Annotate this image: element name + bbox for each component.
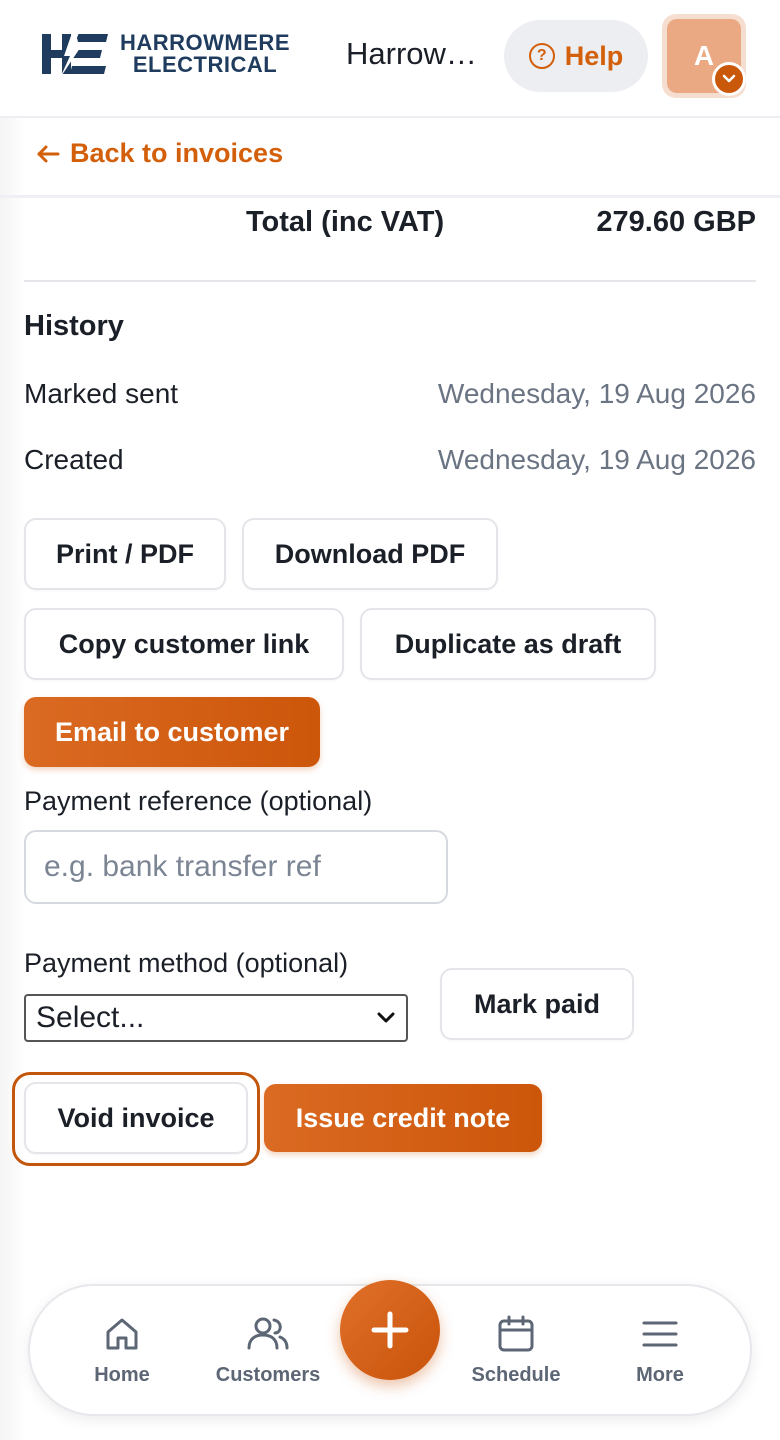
history-event-label: Marked sent [24,378,179,409]
home-icon [106,1318,138,1350]
calendar-icon [498,1315,534,1352]
help-button[interactable]: ? Help [504,20,648,92]
mark-paid-button[interactable]: Mark paid [440,968,634,1040]
download-pdf-button[interactable]: Download PDF [242,518,498,590]
nav-customers[interactable]: Customers [208,1314,328,1387]
duplicate-as-draft-button[interactable]: Duplicate as draft [360,608,656,680]
logo-text: HARROWMERE ELECTRICAL [120,32,290,76]
payment-method-select[interactable]: Select... [24,994,408,1042]
add-button[interactable] [340,1280,440,1380]
back-label: Back to invoices [70,138,284,168]
user-menu-button[interactable]: A [662,14,746,98]
divider [24,280,756,282]
void-invoice-button[interactable]: Void invoice [24,1082,248,1154]
email-to-customer-button[interactable]: Email to customer [24,697,320,767]
total-value: 279.60 GBP [596,206,756,238]
payment-reference-label: Payment reference (optional) [24,786,373,816]
nav-home[interactable]: Home [62,1314,182,1387]
total-label: Total (inc VAT) [246,206,445,238]
chevron-down-icon [377,1012,395,1023]
edge-shadow [0,0,26,1440]
logo-mark-icon [42,30,108,78]
help-label: Help [564,40,624,71]
nav-schedule-label: Schedule [471,1364,561,1386]
issue-credit-note-button[interactable]: Issue credit note [264,1084,542,1152]
plus-icon [371,1311,409,1349]
nav-more-label: More [636,1364,684,1386]
payment-method-label: Payment method (optional) [24,948,349,978]
history-heading: History [24,310,124,342]
history-event-label: Created [24,444,124,475]
total-row: Total (inc VAT) 279.60 GBP [24,206,756,246]
history-row: Created Wednesday, 19 Aug 2026 [24,444,756,480]
question-circle-icon: ? [528,43,555,69]
chevron-down-icon [712,62,746,96]
nav-more[interactable]: More [600,1314,720,1387]
payment-reference-input[interactable] [24,830,448,904]
menu-icon [642,1321,678,1347]
organization-name: Harrowmere Electrical [346,36,486,71]
payment-method-selected: Select... [36,1001,145,1034]
history-event-date: Wednesday, 19 Aug 2026 [437,444,756,475]
copy-customer-link-button[interactable]: Copy customer link [24,608,344,680]
nav-home-label: Home [94,1364,150,1386]
app-header: HARROWMERE ELECTRICAL Harrowmere Electri… [0,0,780,118]
nav-customers-label: Customers [215,1364,321,1386]
users-icon [247,1317,289,1350]
print-pdf-button[interactable]: Print / PDF [24,518,226,590]
logo-line-1: HARROWMERE [120,30,290,55]
back-to-invoices-link[interactable]: Back to invoices [36,138,283,169]
logo-line-2: ELECTRICAL [132,52,278,77]
history-row: Marked sent Wednesday, 19 Aug 2026 [24,378,756,414]
company-logo[interactable]: HARROWMERE ELECTRICAL [40,30,290,78]
nav-schedule[interactable]: Schedule [456,1314,576,1387]
arrow-left-icon [37,145,60,162]
history-event-date: Wednesday, 19 Aug 2026 [437,378,756,409]
